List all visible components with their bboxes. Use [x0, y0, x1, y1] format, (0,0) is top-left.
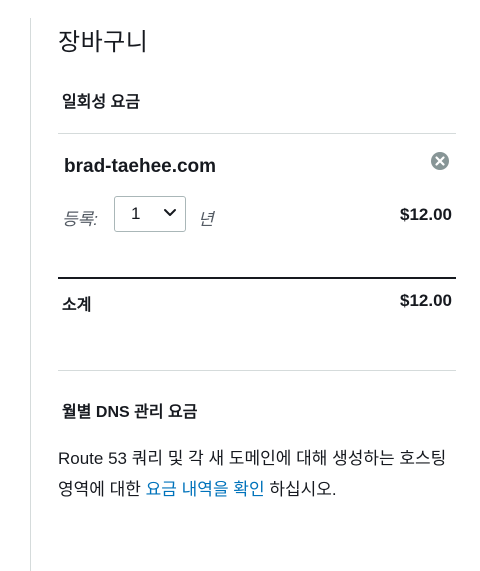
- registration-label: 등록:: [62, 210, 99, 229]
- subtotal-value: $12.00: [400, 291, 452, 310]
- registration-years-select[interactable]: 1: [114, 196, 186, 232]
- cart-item-price: $12.00: [400, 205, 452, 224]
- remove-circle-icon[interactable]: [430, 151, 450, 171]
- divider: [58, 370, 456, 371]
- shopping-cart-panel: 장바구니 일회성 요금 brad-taehee.com 등록: 1 년 $12.…: [58, 0, 456, 571]
- one-time-fees-title: 일회성 요금: [62, 94, 141, 111]
- years-unit-label: 년: [198, 210, 214, 229]
- divider: [58, 133, 456, 134]
- registration-years-value: 1: [131, 204, 141, 223]
- pricing-details-link[interactable]: 요금 내역을 확인: [146, 480, 265, 499]
- cart-item-domain: brad-taehee.com: [64, 156, 217, 177]
- subtotal-divider: [58, 277, 456, 279]
- chevron-down-icon: [164, 209, 176, 216]
- cart-title: 장바구니: [58, 29, 149, 56]
- dns-description-text-end: 하십시오.: [264, 480, 337, 499]
- dns-fees-description: Route 53 쿼리 및 각 새 도메인에 대해 생성하는 호스팅 영역에 대…: [58, 443, 456, 505]
- subtotal-label: 소계: [62, 297, 92, 314]
- dns-fees-title: 월별 DNS 관리 요금: [62, 404, 198, 421]
- panel-left-border: [30, 18, 31, 571]
